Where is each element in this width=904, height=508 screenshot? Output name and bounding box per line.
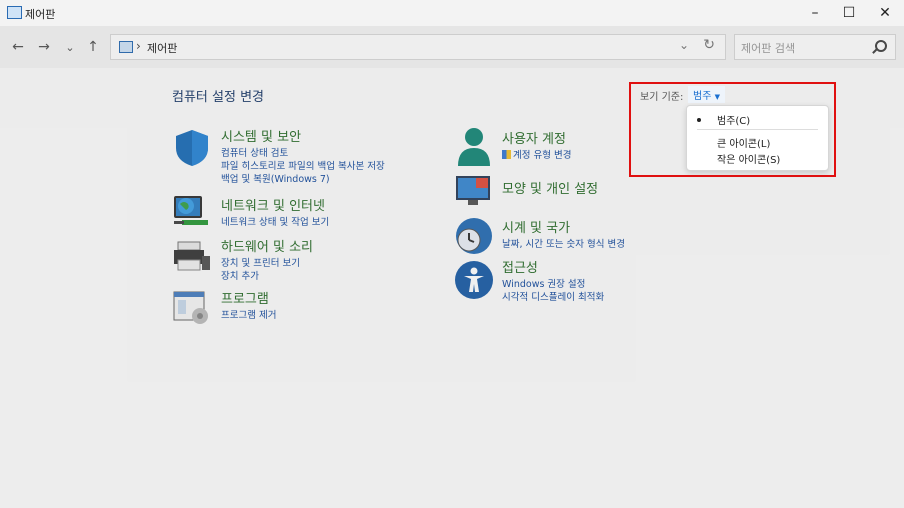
link-date-time-format[interactable]: 날짜, 시간 또는 숫자 형식 변경: [502, 238, 625, 251]
shield-icon[interactable]: [172, 128, 212, 168]
link-change-account-type[interactable]: 계정 유형 변경: [502, 149, 571, 162]
link-review-status[interactable]: 컴퓨터 상태 검토: [221, 147, 385, 160]
control-panel-window: 제어판 – ☐ ✕ ← → ⌄ ↑ › 제어판 ⌄ ↻ 제어판 검색 컴퓨터 설…: [0, 0, 904, 508]
control-panel-icon: [119, 41, 133, 53]
minimize-button[interactable]: –: [796, 0, 834, 26]
refresh-button[interactable]: ↻: [703, 37, 715, 53]
address-bar[interactable]: › 제어판 ⌄ ↻: [110, 34, 726, 60]
category-title[interactable]: 시스템 및 보안: [221, 126, 385, 145]
link-file-history[interactable]: 파일 히스토리로 파일의 백업 복사본 저장: [221, 160, 385, 173]
link-devices-printers[interactable]: 장치 및 프린터 보기: [221, 257, 313, 270]
appearance-icon[interactable]: [454, 172, 494, 208]
close-button[interactable]: ✕: [866, 0, 904, 26]
recent-locations-button[interactable]: ⌄: [60, 37, 80, 57]
address-dropdown-button[interactable]: ⌄: [679, 38, 689, 52]
category-hardware-sound: 하드웨어 및 소리 장치 및 프린터 보기 장치 추가: [221, 236, 313, 283]
programs-icon[interactable]: [172, 290, 212, 326]
user-icon[interactable]: [454, 126, 494, 168]
forward-button[interactable]: →: [34, 37, 54, 57]
back-button[interactable]: ←: [8, 37, 28, 57]
category-clock-region: 시계 및 국가 날짜, 시간 또는 숫자 형식 변경: [502, 217, 625, 251]
category-system-security: 시스템 및 보안 컴퓨터 상태 검토 파일 히스토리로 파일의 백업 복사본 저…: [221, 126, 385, 186]
link-optimize-display[interactable]: 시각적 디스플레이 최적화: [502, 291, 604, 304]
printer-icon[interactable]: [172, 240, 212, 274]
category-title[interactable]: 하드웨어 및 소리: [221, 236, 313, 255]
search-icon[interactable]: [875, 40, 887, 52]
link-label: 계정 유형 변경: [513, 150, 572, 161]
breadcrumb-separator: ›: [136, 39, 141, 53]
control-panel-icon: [7, 6, 22, 19]
category-user-accounts: 사용자 계정 계정 유형 변경: [502, 128, 571, 162]
title-bar: 제어판 – ☐ ✕: [0, 0, 904, 26]
search-placeholder: 제어판 검색: [741, 42, 796, 55]
up-button[interactable]: ↑: [83, 37, 103, 57]
link-network-status[interactable]: 네트워크 상태 및 작업 보기: [221, 216, 329, 229]
page-title: 컴퓨터 설정 변경: [172, 90, 264, 105]
category-accessibility: 접근성 Windows 권장 설정 시각적 디스플레이 최적화: [502, 257, 604, 304]
maximize-button[interactable]: ☐: [830, 0, 868, 26]
window-title: 제어판: [25, 8, 56, 21]
link-windows-recommended[interactable]: Windows 권장 설정: [502, 278, 604, 291]
search-box[interactable]: 제어판 검색: [734, 34, 896, 60]
link-add-device[interactable]: 장치 추가: [221, 270, 313, 283]
network-icon[interactable]: [172, 194, 212, 230]
breadcrumb-control-panel[interactable]: 제어판: [147, 40, 177, 56]
highlight-box: [629, 82, 836, 177]
category-title[interactable]: 네트워크 및 인터넷: [221, 195, 329, 214]
category-title[interactable]: 프로그램: [221, 288, 276, 307]
category-title[interactable]: 접근성: [502, 257, 604, 276]
link-backup-restore[interactable]: 백업 및 복원(Windows 7): [221, 173, 385, 186]
category-network-internet: 네트워크 및 인터넷 네트워크 상태 및 작업 보기: [221, 195, 329, 229]
category-title[interactable]: 모양 및 개인 설정: [502, 178, 598, 197]
category-programs: 프로그램 프로그램 제거: [221, 288, 276, 322]
category-title[interactable]: 사용자 계정: [502, 128, 571, 147]
category-title[interactable]: 시계 및 국가: [502, 217, 625, 236]
uac-shield-icon: [502, 150, 511, 159]
accessibility-icon[interactable]: [454, 260, 494, 300]
clock-globe-icon[interactable]: [454, 216, 494, 256]
link-uninstall-program[interactable]: 프로그램 제거: [221, 309, 276, 322]
category-appearance: 모양 및 개인 설정: [502, 178, 598, 199]
